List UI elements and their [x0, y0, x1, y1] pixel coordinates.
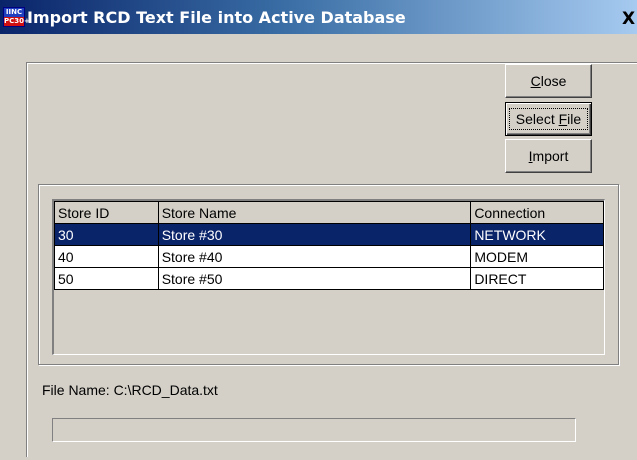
- table-row[interactable]: 40 Store #40 MODEM: [54, 245, 604, 268]
- title-bar: IINC PC30+ Import RCD Text File into Act…: [0, 0, 637, 34]
- import-progress-bar: [52, 418, 576, 442]
- close-button-label: lose: [540, 73, 567, 89]
- column-header-connection[interactable]: Connection: [470, 201, 604, 224]
- file-name-label: File Name: C:\RCD_Data.txt: [42, 382, 218, 398]
- table-row[interactable]: 30 Store #30 NETWORK: [54, 223, 604, 246]
- close-button[interactable]: Close: [505, 64, 592, 98]
- app-icon-text-bottom: PC30+: [4, 17, 30, 26]
- store-table: Store ID Store Name Connection 30 Store …: [54, 201, 604, 290]
- cell-connection: MODEM: [470, 245, 604, 268]
- import-button-label: mport: [532, 148, 569, 164]
- table-header-row: Store ID Store Name Connection: [54, 201, 604, 224]
- cell-store-name: Store #40: [157, 245, 472, 268]
- table-row[interactable]: 50 Store #50 DIRECT: [54, 267, 604, 290]
- dialog-client-area: Close Select File Import Store ID Store …: [0, 34, 637, 460]
- select-file-label-pre: Select: [515, 111, 559, 127]
- select-file-button[interactable]: Select File: [505, 102, 592, 136]
- store-grid[interactable]: Store ID Store Name Connection 30 Store …: [52, 199, 605, 355]
- window-close-icon[interactable]: X: [620, 10, 637, 30]
- column-header-store-name[interactable]: Store Name: [157, 201, 472, 224]
- cell-store-id: 40: [54, 245, 159, 268]
- app-icon-text-top: IINC: [4, 8, 24, 17]
- import-button[interactable]: Import: [505, 139, 592, 173]
- select-file-mnemonic: F: [558, 111, 568, 127]
- cell-store-name: Store #30: [157, 223, 472, 246]
- column-header-store-id[interactable]: Store ID: [54, 201, 159, 224]
- app-icon: IINC PC30+: [3, 7, 30, 27]
- cell-store-id: 50: [54, 267, 159, 290]
- cell-store-name: Store #50: [157, 267, 472, 290]
- cell-connection: DIRECT: [470, 267, 604, 290]
- close-button-mnemonic: C: [530, 73, 541, 89]
- cell-store-id: 30: [54, 223, 159, 246]
- select-file-label-rest: ile: [567, 111, 582, 127]
- cell-connection: NETWORK: [470, 223, 604, 246]
- window-title: Import RCD Text File into Active Databas…: [27, 8, 406, 27]
